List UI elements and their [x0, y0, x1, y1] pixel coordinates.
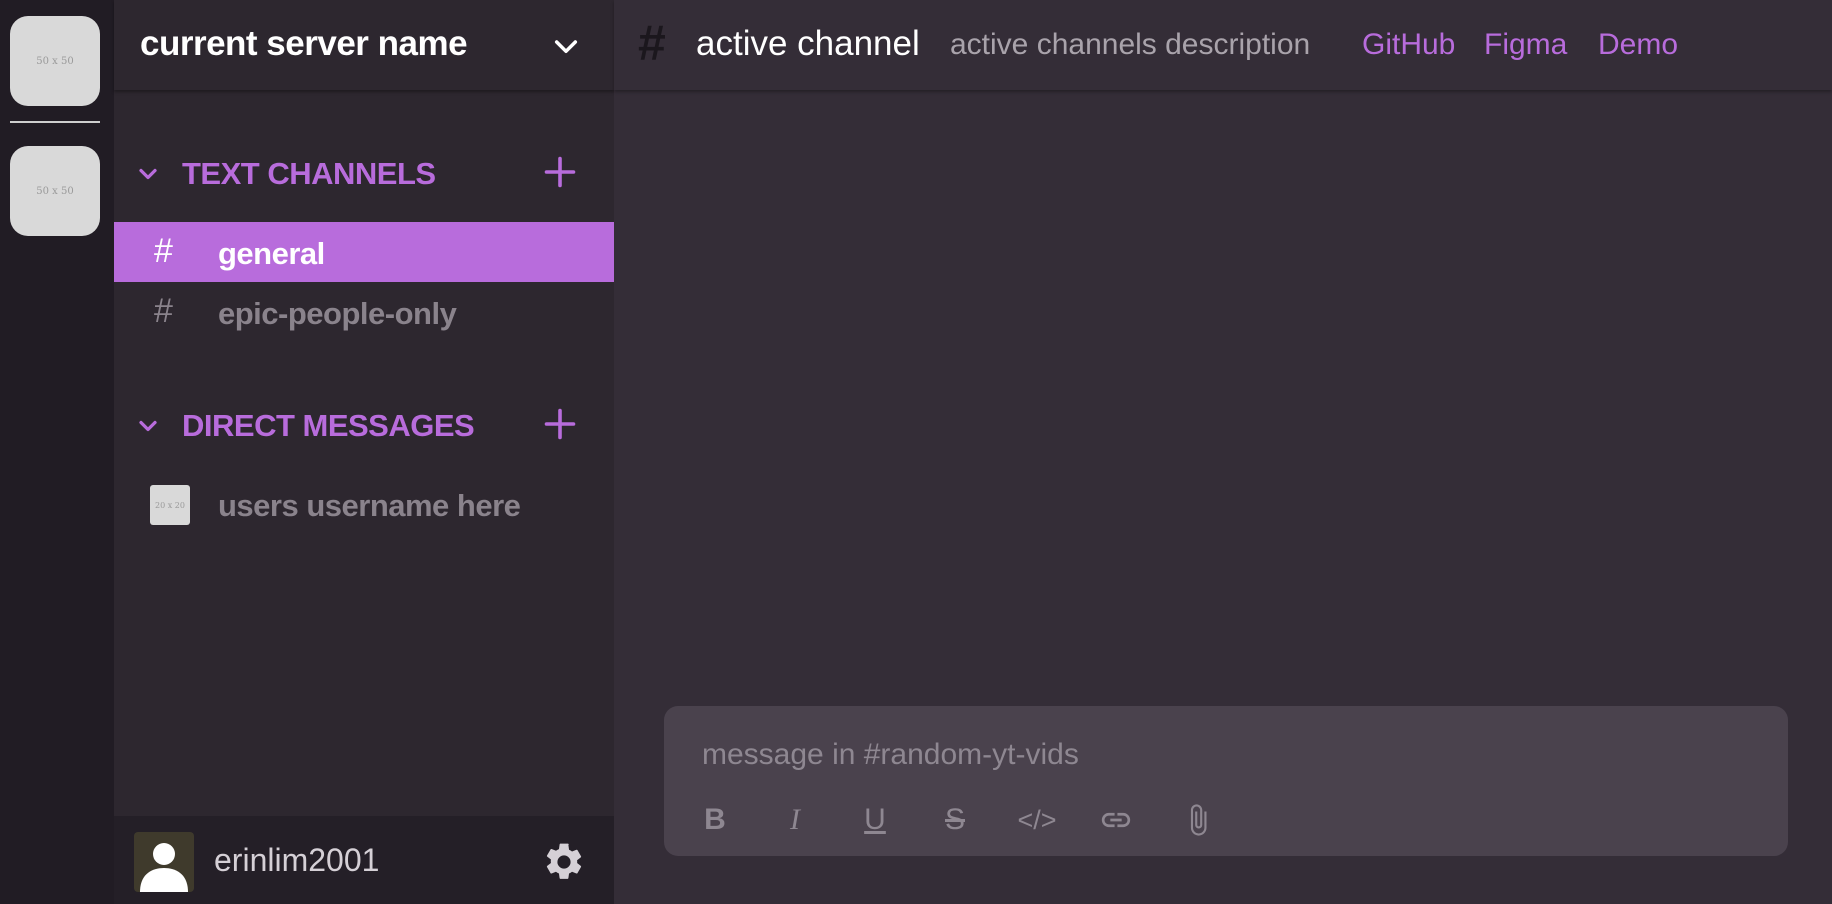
channel-label: general [218, 236, 325, 271]
channel-label: epic-people-only [218, 296, 457, 331]
plus-icon[interactable] [542, 154, 578, 190]
code-label: </> [1017, 804, 1057, 835]
section-title: DIRECT MESSAGES [182, 408, 475, 443]
user-bar: erinlim2001 [114, 816, 614, 904]
chevron-down-icon[interactable] [134, 160, 162, 188]
server-icon-other[interactable]: 50 x 50 [10, 146, 100, 236]
hash-icon: # [638, 15, 666, 71]
dm-item[interactable]: 20 x 20 users username here [114, 476, 614, 536]
user-silhouette-icon [140, 843, 188, 892]
server-header[interactable]: current server name [114, 0, 614, 90]
strikethrough-button[interactable]: S [940, 798, 970, 842]
server-placeholder-label: 50 x 50 [36, 185, 74, 197]
rail-divider [10, 121, 100, 123]
hash-icon: # [154, 292, 173, 330]
italic-label: I [790, 803, 800, 836]
main-panel: # active channel active channels descrip… [614, 0, 1832, 904]
section-title: TEXT CHANNELS [182, 156, 436, 191]
gear-icon[interactable] [542, 840, 586, 884]
insert-link-button[interactable] [1096, 798, 1136, 842]
channel-item-general[interactable]: # general [114, 222, 614, 282]
message-input[interactable] [702, 732, 1742, 778]
code-button[interactable]: </> [1010, 798, 1064, 842]
strikethrough-label: S [944, 803, 965, 836]
plus-icon[interactable] [542, 406, 578, 442]
chevron-down-icon[interactable] [550, 30, 582, 62]
avatar-placeholder-label: 20 x 20 [155, 500, 185, 510]
github-link[interactable]: GitHub [1362, 28, 1455, 62]
paperclip-icon [1190, 804, 1207, 836]
app-window: 50 x 50 50 x 50 current server name TEXT… [0, 0, 1832, 904]
avatar[interactable] [134, 832, 194, 892]
server-placeholder-label: 50 x 50 [36, 55, 74, 67]
active-channel-description: active channels description [950, 28, 1311, 61]
message-composer: B I U S </> [664, 706, 1788, 856]
server-name: current server name [140, 24, 468, 63]
underline-label: U [864, 803, 886, 836]
section-text-channels: TEXT CHANNELS [114, 150, 614, 194]
active-channel-name: active channel [696, 24, 920, 63]
server-icon-current[interactable]: 50 x 50 [10, 16, 100, 106]
server-rail: 50 x 50 50 x 50 [0, 0, 114, 904]
demo-link[interactable]: Demo [1598, 28, 1678, 62]
figma-link[interactable]: Figma [1484, 28, 1567, 62]
dm-username: users username here [218, 488, 521, 523]
channel-sidebar: current server name TEXT CHANNELS # gene… [114, 0, 614, 904]
bold-button[interactable]: B [700, 798, 730, 842]
italic-button[interactable]: I [780, 798, 810, 842]
underline-button[interactable]: U [860, 798, 890, 842]
attach-file-button[interactable] [1178, 798, 1218, 842]
bold-label: B [704, 803, 726, 836]
current-username: erinlim2001 [214, 842, 380, 878]
section-direct-messages: DIRECT MESSAGES [114, 402, 614, 446]
hash-icon: # [154, 232, 173, 270]
link-icon [1101, 812, 1131, 828]
chevron-down-icon[interactable] [134, 412, 162, 440]
channel-topbar: # active channel active channels descrip… [614, 0, 1832, 90]
channel-item-epic-people-only[interactable]: # epic-people-only [114, 282, 614, 342]
avatar: 20 x 20 [150, 485, 190, 525]
